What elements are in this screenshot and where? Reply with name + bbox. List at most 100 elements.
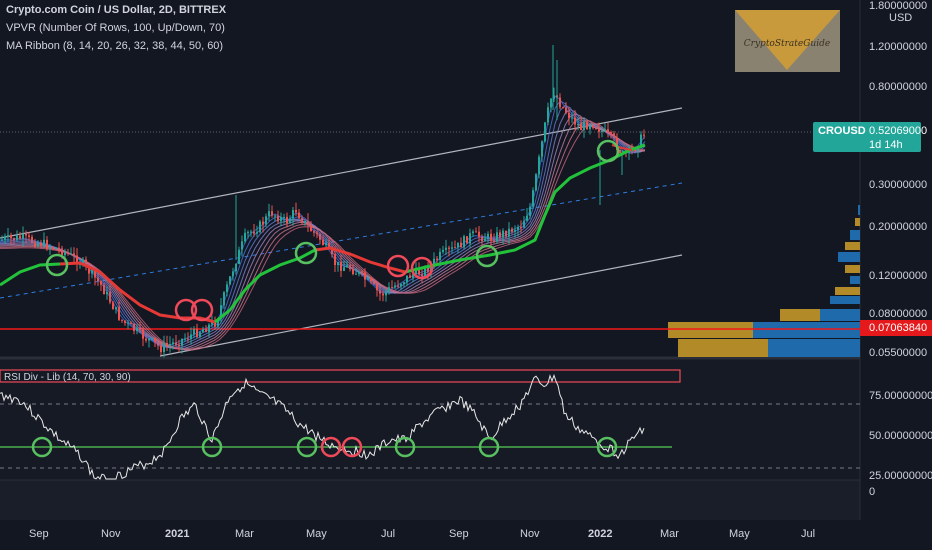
currency-label: USD <box>889 12 913 24</box>
candle-body <box>337 262 339 266</box>
candle-body <box>568 112 570 119</box>
candle-body <box>481 236 483 242</box>
candle-body <box>244 232 246 242</box>
candle-body <box>316 232 318 235</box>
candle-body <box>169 343 171 346</box>
time-label: 2021 <box>165 528 190 540</box>
candle-body <box>1 239 3 241</box>
candle-body <box>352 269 354 275</box>
candle-body <box>379 290 381 294</box>
symbol-tag: CROUSD <box>818 125 866 137</box>
candle-body <box>502 230 504 238</box>
candle-body <box>442 249 444 252</box>
candle-body <box>595 127 597 129</box>
candle-body <box>247 232 249 234</box>
time-label: 2022 <box>588 528 613 540</box>
candle-body <box>22 234 24 239</box>
candle-body <box>301 218 303 223</box>
candle-body <box>469 233 471 244</box>
candle-body <box>403 282 405 284</box>
candle-body <box>142 329 144 339</box>
time-label: Jul <box>801 528 816 540</box>
candle-body <box>397 285 399 287</box>
candle-body <box>472 231 474 234</box>
candle-body <box>607 129 609 133</box>
candle-body <box>67 252 69 254</box>
candle-body <box>100 281 102 285</box>
candle-body <box>28 235 30 237</box>
candle-body <box>25 234 27 236</box>
candle-body <box>163 343 165 353</box>
candle-body <box>19 235 21 239</box>
candle-body <box>526 215 528 221</box>
candle-body <box>16 235 18 241</box>
candle-body <box>577 123 579 125</box>
candle-body <box>460 242 462 248</box>
candle-body <box>280 217 282 222</box>
candle-body <box>265 216 267 225</box>
candle-body <box>385 291 387 296</box>
candle-body <box>391 287 393 289</box>
indicator-ma-ribbon[interactable]: MA Ribbon (8, 14, 20, 26, 32, 38, 44, 50… <box>6 40 223 52</box>
chart-canvas[interactable]: CryptoStrateGuide <box>0 0 932 550</box>
candle-body <box>64 252 66 256</box>
candle-body <box>304 220 306 223</box>
candle-body <box>49 247 51 249</box>
candle-body <box>382 293 384 296</box>
candle-body <box>598 128 600 132</box>
candle-body <box>139 328 141 330</box>
candle-body <box>643 134 645 136</box>
candle-body <box>289 218 291 224</box>
candle-body <box>325 243 327 245</box>
candle-body <box>511 228 513 232</box>
logo-text: CryptoStrateGuide <box>744 39 830 49</box>
candle-body <box>358 271 360 274</box>
candle-body <box>499 232 501 238</box>
candle-body <box>454 247 456 249</box>
candle-body <box>106 292 108 295</box>
candle-body <box>448 247 450 249</box>
rsi-tick: 0 <box>869 486 876 498</box>
candle-body <box>196 329 198 337</box>
candle-body <box>154 337 156 343</box>
candle-body <box>262 221 264 225</box>
candle-body <box>268 211 270 217</box>
candle-body <box>175 342 177 345</box>
candle-body <box>508 228 510 237</box>
candle-body <box>271 211 273 216</box>
candle-body <box>565 107 567 113</box>
price-axis[interactable] <box>860 0 932 520</box>
candle-body <box>601 130 603 132</box>
rsi-title[interactable]: RSI Div - Lib (14, 70, 30, 90) <box>4 372 131 383</box>
candle-body <box>172 342 174 344</box>
time-label: Jul <box>381 528 396 540</box>
candle-body <box>421 274 423 276</box>
candle-body <box>190 334 192 340</box>
candle-body <box>145 338 147 341</box>
candle-body <box>124 320 126 323</box>
support-price-tag: 0.07063840 <box>869 322 928 334</box>
candle-body <box>436 258 438 260</box>
candle-body <box>160 345 162 353</box>
indicator-vpvr[interactable]: VPVR (Number Of Rows, 100, Up/Down, 70) <box>6 22 225 34</box>
candle-body <box>208 324 210 332</box>
candle-body <box>487 233 489 239</box>
candle-body <box>286 216 288 224</box>
candle-body <box>133 323 135 331</box>
candle-body <box>451 247 453 249</box>
candle-body <box>55 247 57 249</box>
candle-body <box>439 251 441 260</box>
candle-body <box>313 231 315 233</box>
candle-body <box>466 236 468 244</box>
rsi-tick: 75.00000000 <box>869 390 932 402</box>
symbol-title[interactable]: Crypto.com Coin / US Dollar, 2D, BITTREX <box>6 4 226 16</box>
rsi-tick: 50.00000000 <box>869 430 932 442</box>
time-label: Sep <box>29 528 49 540</box>
candle-body <box>370 277 372 282</box>
time-label: Sep <box>449 528 469 540</box>
candle-body <box>355 273 357 275</box>
candle-body <box>409 275 411 278</box>
candle-body <box>583 122 585 131</box>
candle-body <box>151 337 153 339</box>
candle-body <box>181 338 183 346</box>
